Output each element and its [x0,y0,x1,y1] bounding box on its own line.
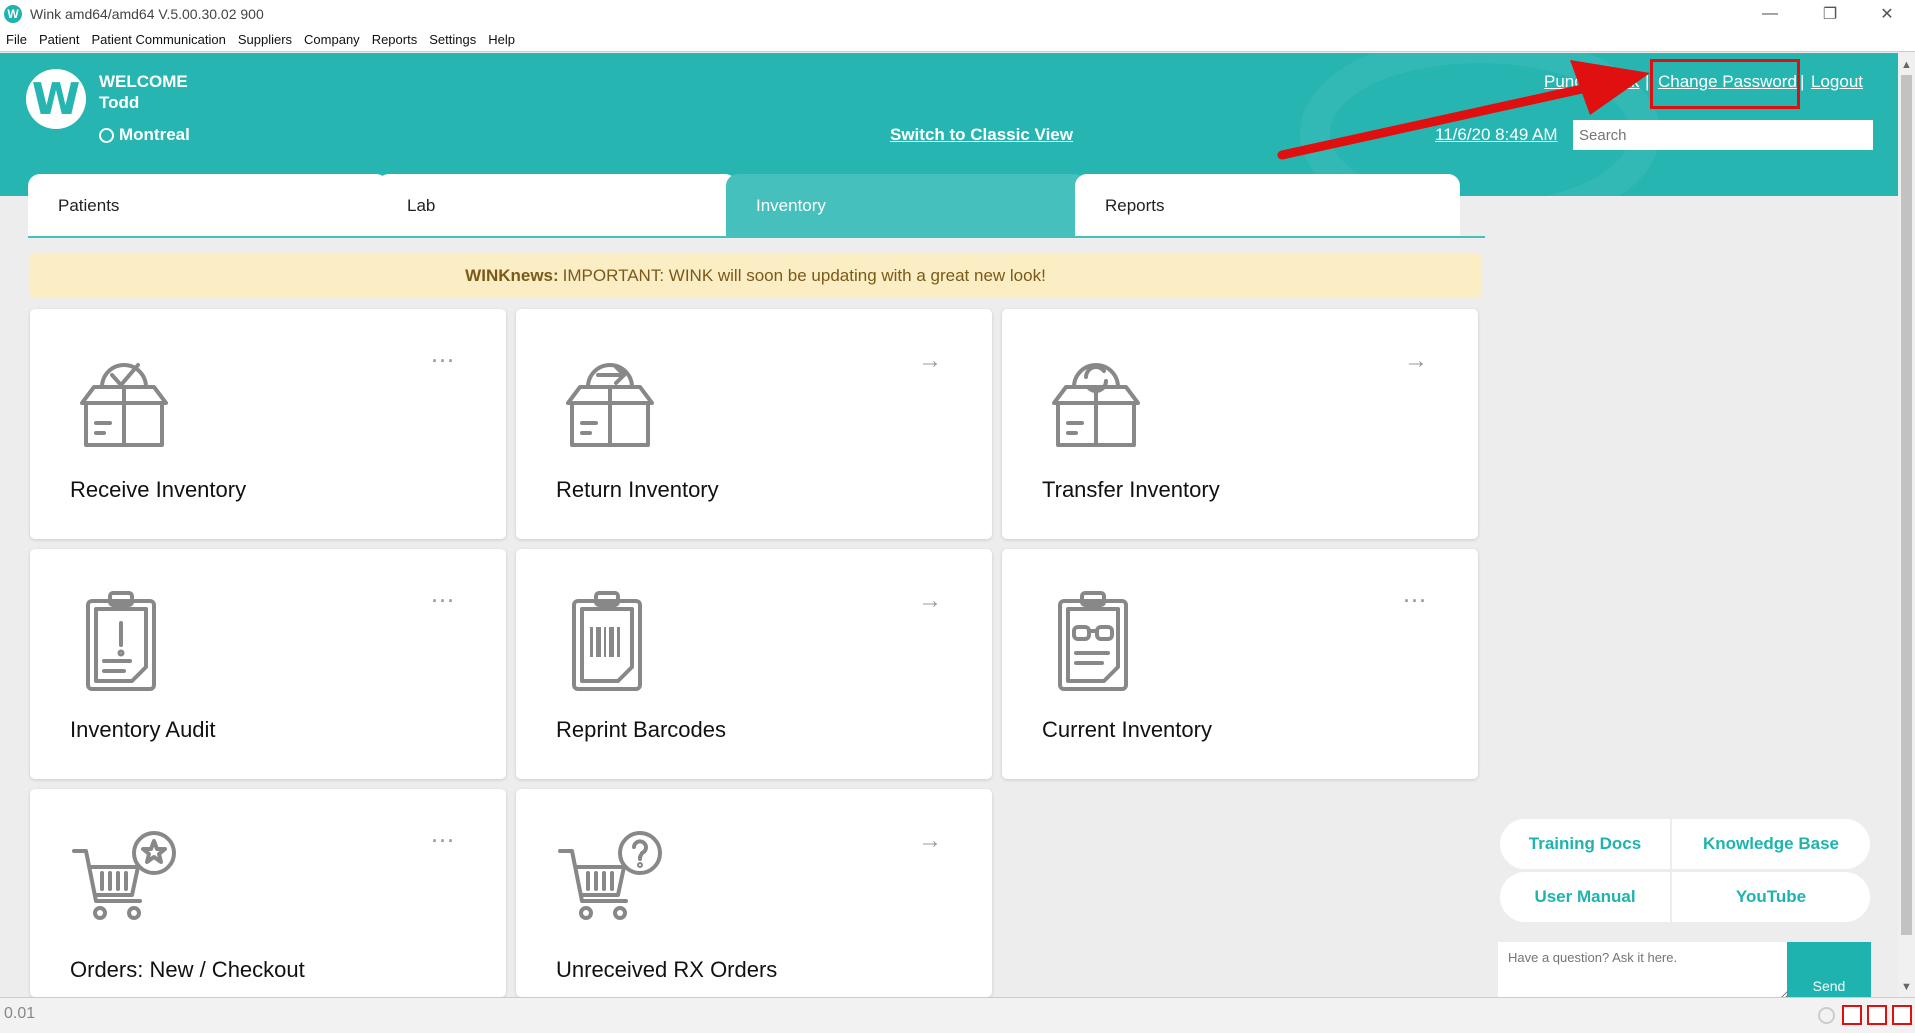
minimize-button[interactable]: — [1742,0,1798,28]
arrow-right-icon[interactable]: → [918,587,942,615]
arrow-right-icon[interactable]: → [918,827,942,855]
news-banner: WINKnews: IMPORTANT: WINK will soon be u… [30,254,1481,298]
user-name: Todd [99,93,140,112]
change-password-highlight [1650,59,1800,109]
card-label: Current Inventory [1042,717,1212,742]
card-label: Unreceived RX Orders [556,957,778,982]
scroll-up-icon[interactable]: ▲ [1898,56,1915,73]
ask-question-input[interactable] [1498,942,1788,1000]
menu-bar: File Patient Patient Communication Suppl… [0,28,1915,52]
tab-underline [28,236,1485,238]
card-orders-new-checkout[interactable]: ··· Orders: New / Checkout [30,789,506,997]
status-circle-icon [1818,1007,1835,1024]
link-separator: | [1800,72,1805,91]
news-message: IMPORTANT: WINK will soon be updating wi… [562,266,1046,285]
menu-settings[interactable]: Settings [423,32,482,47]
menu-file[interactable]: File [0,32,33,47]
menu-suppliers[interactable]: Suppliers [232,32,298,47]
tab-inventory[interactable]: Inventory [726,174,1086,238]
wink-logo: W [26,69,86,129]
card-label: Transfer Inventory [1042,477,1220,502]
status-bar [0,997,1915,1033]
window-title: Wink amd64/amd64 V.5.00.30.02 900 [30,6,264,22]
more-options-button[interactable]: ··· [432,831,456,852]
menu-company[interactable]: Company [298,32,366,47]
card-label: Receive Inventory [70,477,247,502]
clipboard-alert-icon [86,591,156,691]
youtube-button[interactable]: YouTube [1672,872,1870,922]
box-transfer-icon [1052,363,1140,447]
box-check-icon [80,363,168,447]
card-receive-inventory[interactable]: ··· Receive Inventory [30,309,506,539]
tray-support-icon[interactable] [1867,1005,1887,1025]
tray-print-icon[interactable] [1892,1005,1912,1025]
clipboard-glasses-icon [1058,591,1128,691]
user-manual-button[interactable]: User Manual [1500,872,1670,922]
scroll-down-icon[interactable]: ▼ [1898,978,1915,995]
training-docs-button[interactable]: Training Docs [1500,819,1670,869]
status-text: 0.01 [4,1005,36,1022]
card-reprint-barcodes[interactable]: → Reprint Barcodes [516,549,992,779]
menu-patient-communication[interactable]: Patient Communication [85,32,231,47]
title-bar: W Wink amd64/amd64 V.5.00.30.02 900 [0,0,1915,28]
location: Montreal [99,125,190,145]
arrow-right-icon[interactable]: → [918,347,942,375]
card-label: Reprint Barcodes [556,717,726,742]
menu-help[interactable]: Help [482,32,521,47]
box-return-icon [566,363,654,447]
tab-patients[interactable]: Patients [28,174,388,238]
cart-question-icon [558,831,662,920]
menu-patient[interactable]: Patient [33,32,85,47]
restore-button[interactable]: ❐ [1802,0,1858,28]
card-transfer-inventory[interactable]: → Transfer Inventory [1002,309,1478,539]
more-options-button[interactable]: ··· [1404,591,1428,612]
card-label: Return Inventory [556,477,719,502]
close-button[interactable]: ✕ [1859,0,1915,28]
card-current-inventory[interactable]: ··· Current Inventory [1002,549,1478,779]
card-inventory-audit[interactable]: ··· Inventory Audit [30,549,506,779]
location-name: Montreal [119,125,190,144]
more-options-button[interactable]: ··· [432,351,456,372]
card-label: Inventory Audit [70,717,216,742]
menu-reports[interactable]: Reports [366,32,424,47]
arrow-right-icon[interactable]: → [1404,347,1428,375]
cart-star-icon [72,831,176,920]
card-return-inventory[interactable]: → Return Inventory [516,309,992,539]
tab-reports[interactable]: Reports [1075,174,1460,238]
knowledge-base-button[interactable]: Knowledge Base [1672,819,1870,869]
card-unreceived-rx-orders[interactable]: → Unreceived RX Orders [516,789,992,997]
news-prefix: WINKnews: [465,266,559,285]
welcome-label: WELCOME [99,72,188,91]
send-button[interactable]: Send [1787,942,1871,1000]
switch-classic-view-link[interactable]: Switch to Classic View [890,125,1073,145]
globe-icon [99,127,114,143]
clipboard-barcode-icon [572,591,642,691]
tab-lab[interactable]: Lab [377,174,737,238]
scrollbar-thumb[interactable] [1901,75,1912,935]
app-icon: W [4,5,22,23]
card-label: Orders: New / Checkout [70,957,305,982]
welcome-block: WELCOME Todd [99,71,188,113]
tray-chat-icon[interactable] [1842,1005,1862,1025]
annotation-arrow [1277,60,1650,160]
logout-link[interactable]: Logout [1811,72,1863,92]
more-options-button[interactable]: ··· [432,591,456,612]
